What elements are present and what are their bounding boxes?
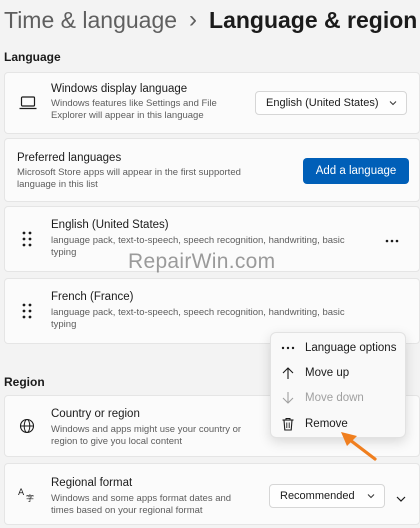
language-context-menu: Language options Move up Move down Remov… <box>270 332 406 438</box>
menu-item-move-up[interactable]: Move up <box>271 361 405 385</box>
menu-item-label: Move up <box>305 367 350 379</box>
more-icon <box>281 341 295 355</box>
drag-handle-icon[interactable] <box>22 231 32 247</box>
language-name: French (France) <box>51 291 134 303</box>
breadcrumb: Time & language › Language & region <box>4 3 417 37</box>
regional-format-title: Regional format <box>51 477 133 489</box>
country-region-desc-2: region to give you local content <box>51 436 182 447</box>
laptop-icon <box>19 95 37 111</box>
country-region-desc-1: Windows and apps might use your country … <box>51 424 242 435</box>
display-language-title: Windows display language <box>51 83 188 95</box>
more-options-icon[interactable] <box>381 233 403 249</box>
section-label-language: Language <box>4 50 61 64</box>
arrow-up-icon <box>281 366 295 380</box>
regional-format-dropdown[interactable]: Recommended <box>269 484 385 508</box>
globe-icon <box>19 418 35 434</box>
chevron-down-icon <box>388 98 398 111</box>
svg-text:A: A <box>18 488 25 498</box>
display-language-desc-1: Windows features like Settings and File <box>51 98 217 109</box>
expand-chevron-icon[interactable] <box>395 491 407 509</box>
regional-format-selected: Recommended <box>280 490 355 502</box>
language-features-2: typing <box>51 247 77 258</box>
menu-item-move-down: Move down <box>271 386 405 410</box>
language-features-2: typing <box>51 319 77 330</box>
regional-format-desc-1: Windows and some apps format dates and <box>51 493 232 504</box>
display-language-desc-2: Explorer will appear in this language <box>51 110 204 121</box>
watermark: RepairWin.com <box>128 250 276 273</box>
language-name: English (United States) <box>51 219 169 231</box>
country-region-title: Country or region <box>51 408 140 420</box>
regional-format-card: A字 Regional format Windows and some apps… <box>4 463 420 525</box>
svg-text:字: 字 <box>26 493 34 502</box>
drag-handle-icon[interactable] <box>22 303 32 319</box>
arrow-down-icon <box>281 391 295 405</box>
menu-item-label: Move down <box>305 392 364 404</box>
annotation-arrow-icon <box>338 428 380 469</box>
display-language-dropdown[interactable]: English (United States) <box>255 91 407 115</box>
menu-item-label: Language options <box>305 342 397 354</box>
language-features-1: language pack, text-to-speech, speech re… <box>51 235 345 246</box>
regional-format-desc-2: times based on your regional format <box>51 505 203 516</box>
preferred-languages-card: Preferred languages Microsoft Store apps… <box>4 138 420 202</box>
menu-item-language-options[interactable]: Language options <box>271 336 405 360</box>
page-title: Language & region <box>209 6 418 33</box>
language-format-icon: A字 <box>18 486 36 502</box>
preferred-languages-desc-2: language in this list <box>17 179 98 190</box>
breadcrumb-parent-time-language[interactable]: Time & language <box>4 7 177 34</box>
add-language-button[interactable]: Add a language <box>303 158 409 184</box>
chevron-down-icon <box>366 491 376 504</box>
breadcrumb-separator: › <box>189 6 198 33</box>
preferred-languages-desc-1: Microsoft Store apps will appear in the … <box>17 167 241 178</box>
preferred-languages-title: Preferred languages <box>17 152 122 164</box>
language-features-1: language pack, text-to-speech, speech re… <box>51 307 345 318</box>
display-language-selected: English (United States) <box>266 97 379 109</box>
section-label-region: Region <box>4 375 45 389</box>
trash-icon <box>281 417 295 431</box>
display-language-card: Windows display language Windows feature… <box>4 72 420 134</box>
